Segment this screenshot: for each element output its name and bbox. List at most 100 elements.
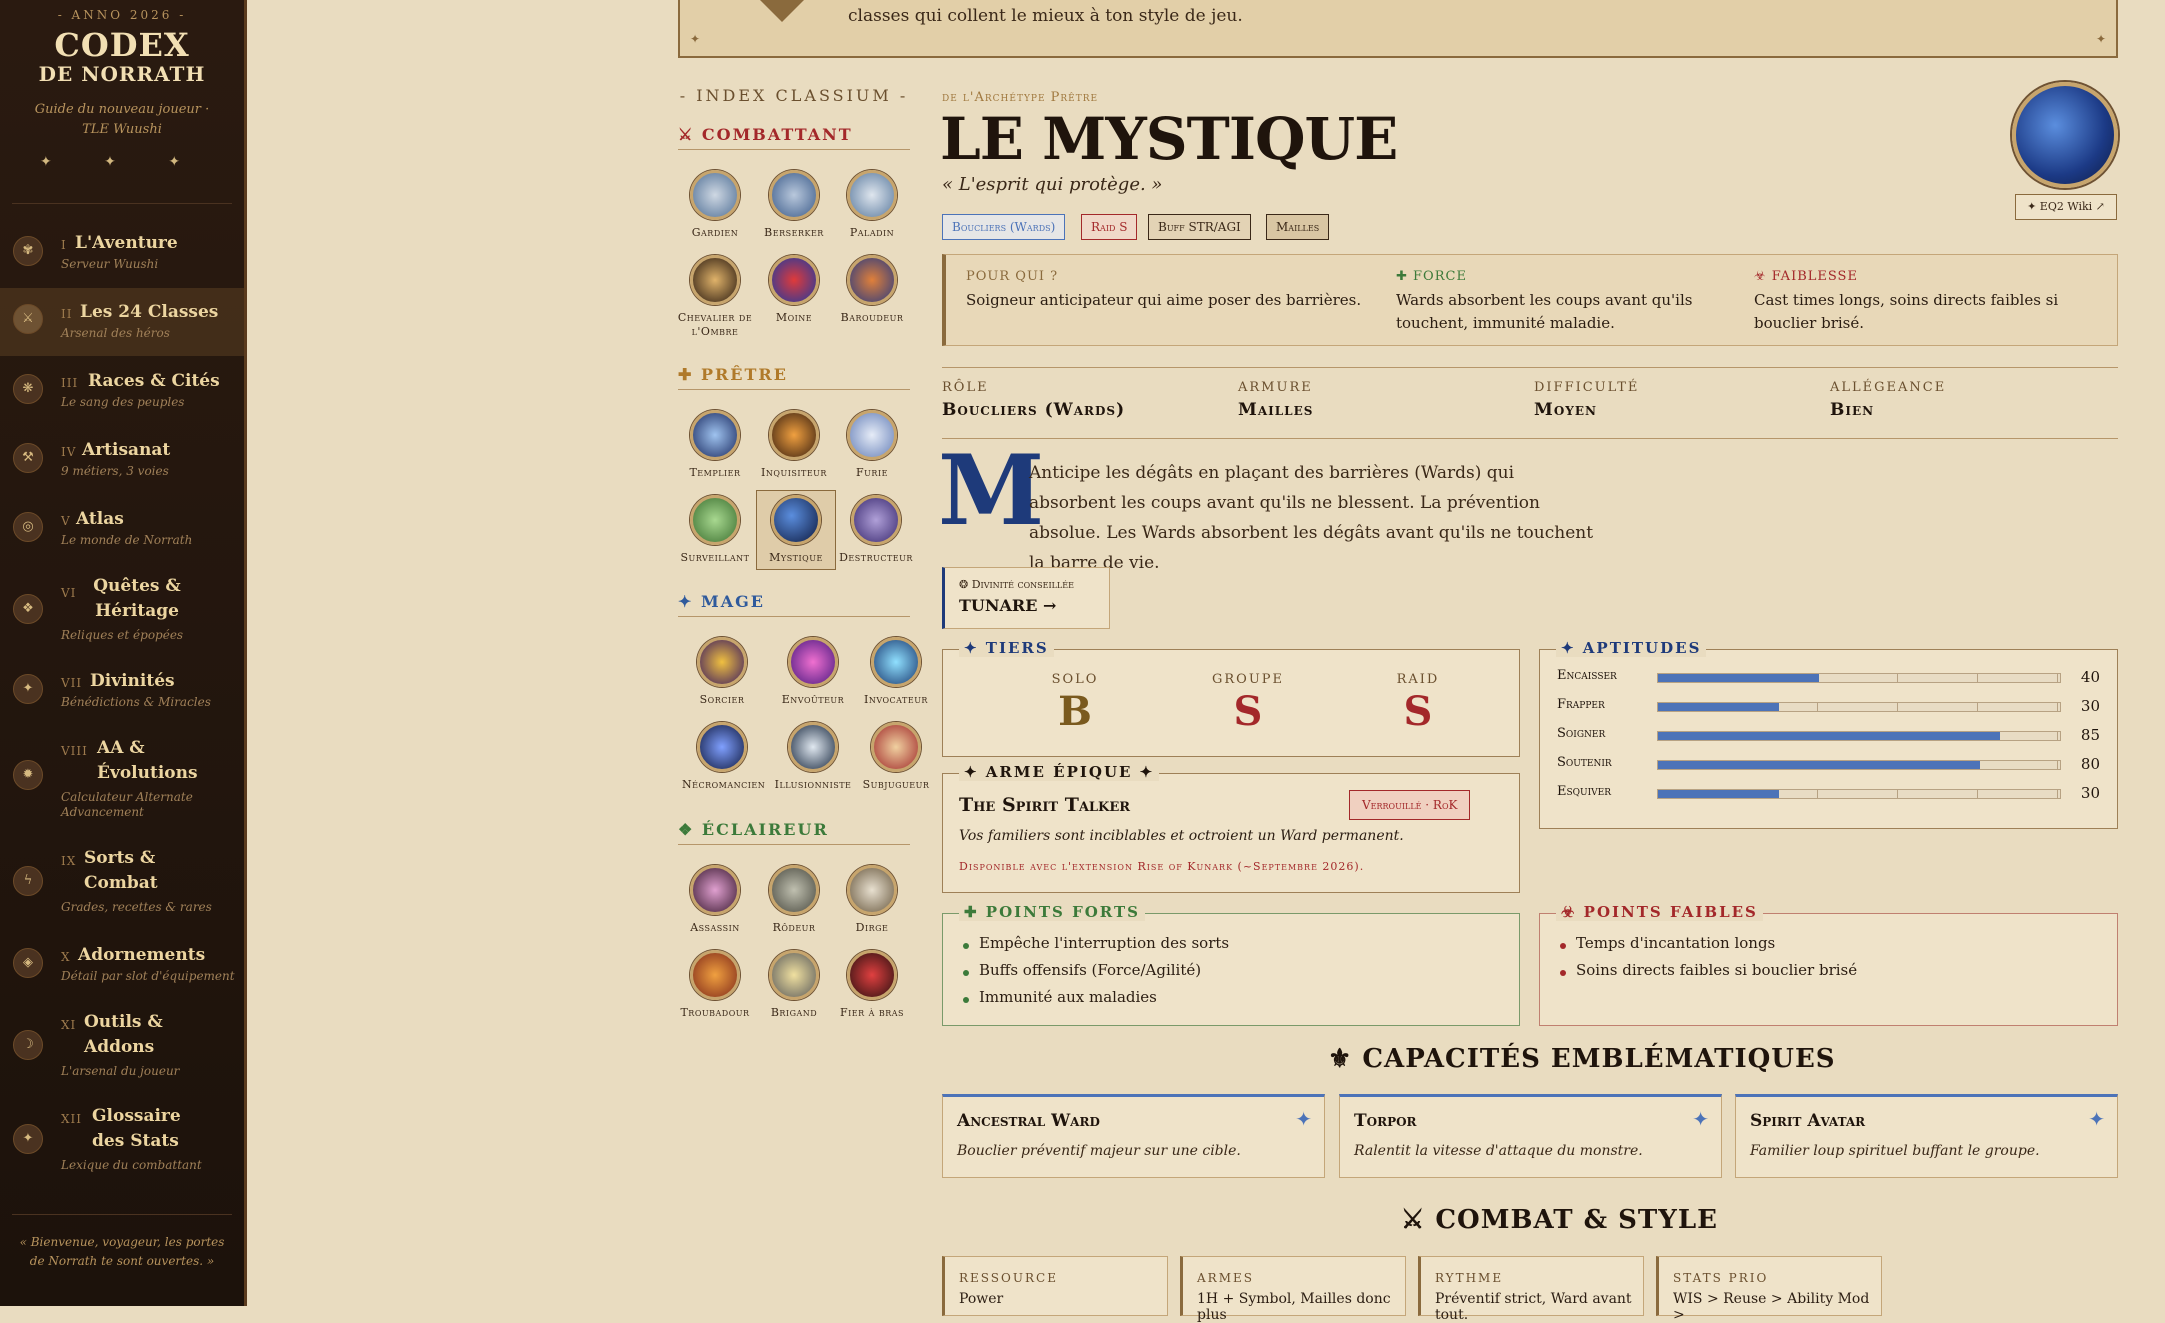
- nav-label: Artisanat: [82, 440, 171, 460]
- class-berserker[interactable]: Berserker: [754, 170, 834, 240]
- stat-armor-value: Mailles: [1238, 400, 1314, 420]
- class-furie[interactable]: Furie: [832, 410, 912, 480]
- class-assassin[interactable]: Assassin: [675, 865, 755, 935]
- class-dirge[interactable]: Dirge: [832, 865, 912, 935]
- ability-card[interactable]: Torpor Ralentit la vitesse d'attaque du …: [1339, 1094, 1722, 1178]
- aptitude-bar: [1657, 731, 2061, 741]
- stat-difficulty-value: Moyen: [1534, 400, 1597, 420]
- class-emblem-icon: [847, 170, 897, 220]
- nav-label: Sorts & Combat: [84, 848, 158, 893]
- class-destructeur[interactable]: Destructeur: [836, 495, 916, 565]
- class-illusionniste[interactable]: Illusionniste: [773, 722, 853, 792]
- stat-difficulty-label: DIFFICULTÉ: [1534, 380, 1640, 395]
- class-inquisiteur[interactable]: Inquisiteur: [754, 410, 834, 480]
- aptitude-fill: [1658, 790, 1779, 798]
- nav-item-races[interactable]: ❋ III Races & Cités Le sang des peuples: [0, 364, 244, 420]
- class-paladin[interactable]: Paladin: [832, 170, 912, 240]
- strength-item: Empêche l'interruption des sorts: [979, 934, 1230, 952]
- class-archetype: de l'Archétype Prêtre: [942, 90, 1099, 105]
- class-sorcier[interactable]: Sorcier: [682, 637, 762, 707]
- nav-item-classes[interactable]: ⚔ II Les 24 Classes Arsenal des héros: [0, 288, 244, 356]
- aptitudes-title: ✦ APTITUDES: [1556, 639, 1707, 657]
- class-invocateur[interactable]: Invocateur: [856, 637, 936, 707]
- tiers-panel: ✦ TIERS SOLO B GROUPE S RAID S: [942, 639, 1520, 757]
- divinity-link[interactable]: TUNARE →: [959, 596, 1056, 615]
- aptitude-label: Esquiver: [1557, 784, 1612, 799]
- nav-icon: ◎: [13, 512, 43, 542]
- nav-item-quetes[interactable]: ❖ VI Quêtes & Héritage Reliques et épopé…: [0, 570, 244, 652]
- eq2-wiki-link[interactable]: ✦ EQ2 Wiki ↗: [2015, 194, 2117, 220]
- nav-num: XI: [61, 1018, 77, 1032]
- nav-item-atlas[interactable]: ◎ V Atlas Le monde de Norrath: [0, 502, 244, 558]
- combat-value: 1H + Symbol, Mailles donc plus: [1197, 1291, 1391, 1323]
- class-emblem-icon: [690, 170, 740, 220]
- nav-item-sorts[interactable]: ϟ IX Sorts & Combat Grades, recettes & r…: [0, 842, 244, 922]
- nav-num: VIII: [61, 744, 88, 758]
- banner-ornament: [760, 0, 804, 22]
- nav-item-adornements[interactable]: ◈ X Adornements Détail par slot d'équipe…: [0, 938, 244, 994]
- aptitude-value: 85: [2080, 726, 2100, 744]
- class-emblem-icon: [847, 255, 897, 305]
- aptitude-fill: [1658, 761, 1980, 769]
- class-baroudeur[interactable]: Baroudeur: [832, 255, 912, 325]
- class-necromancien[interactable]: Nécromancien: [682, 722, 765, 792]
- class-emblem-icon: [697, 722, 747, 772]
- class-subjugueur[interactable]: Subjugueur: [856, 722, 936, 792]
- ability-card[interactable]: Spirit Avatar Familier loup spirituel bu…: [1735, 1094, 2118, 1178]
- corner-ornament-icon: ✦: [2095, 32, 2106, 46]
- class-rodeur[interactable]: Rôdeur: [754, 865, 834, 935]
- class-mystique[interactable]: Mystique: [756, 490, 836, 570]
- class-emblem-icon: [690, 255, 740, 305]
- class-surveillant[interactable]: Surveillant: [675, 495, 755, 565]
- stat-armor-label: ARMURE: [1238, 380, 1313, 395]
- nav-sub: Détail par slot d'équipement: [61, 969, 235, 983]
- nav-item-divinites[interactable]: ✦ VII Divinités Bénédictions & Miracles: [0, 664, 244, 720]
- aptitude-value: 80: [2080, 755, 2100, 773]
- class-brigand[interactable]: Brigand: [754, 950, 834, 1020]
- aptitude-value: 30: [2080, 697, 2100, 715]
- nav-item-outils[interactable]: ☽ XI Outils & Addons L'arsenal du joueur: [0, 1006, 244, 1086]
- nav-icon: ⚔: [13, 304, 43, 334]
- banner-text: classes qui collent le mieux à ton style…: [848, 6, 1243, 26]
- nav-sub: Reliques et épopées: [61, 628, 184, 642]
- ability-card[interactable]: Ancestral Ward Bouclier préventif majeur…: [942, 1094, 1325, 1178]
- tier-groupe-grade: S: [1233, 688, 1263, 735]
- brand-title[interactable]: CODEX: [12, 28, 232, 62]
- nav-item-aventure[interactable]: ✾ I L'Aventure Serveur Wuushi: [0, 226, 244, 282]
- class-emblem-icon: [851, 495, 901, 545]
- weakness-item: Soins directs faibles si bouclier brisé: [1576, 961, 1858, 979]
- nav-sub: Le monde de Norrath: [61, 533, 193, 547]
- divinity-card[interactable]: ❂ Divinité conseillée TUNARE →: [942, 567, 1110, 629]
- class-emblem-icon: [769, 170, 819, 220]
- nav-icon: ϟ: [13, 866, 43, 896]
- section-combattant: ⚔ COMBATTANT: [678, 125, 910, 150]
- tier-raid-label: RAID: [1396, 672, 1440, 687]
- tier-groupe-label: GROUPE: [1211, 672, 1285, 687]
- nav-icon: ❋: [13, 374, 43, 404]
- class-troubadour[interactable]: Troubadour: [675, 950, 755, 1020]
- class-description: Anticipe les dégâts en plaçant des barri…: [1029, 463, 1594, 573]
- brand-subtitle: DE NORRATH: [38, 62, 206, 86]
- ability-desc: Ralentit la vitesse d'attaque du monstre…: [1354, 1143, 1643, 1159]
- aptitude-fill: [1658, 703, 1779, 711]
- tiers-title: ✦ TIERS: [959, 639, 1054, 657]
- nav-item-artisanat[interactable]: ⚒ IV Artisanat 9 métiers, 3 voies: [0, 433, 244, 489]
- class-emblem-icon: [788, 722, 838, 772]
- class-templier[interactable]: Templier: [675, 410, 755, 480]
- nav-icon: ✾: [13, 236, 43, 266]
- nav-item-glossaire[interactable]: ✦ XII Glossaire des Stats Lexique du com…: [0, 1100, 244, 1180]
- class-chevalier-ombre[interactable]: Chevalier de l'Ombre: [675, 255, 755, 339]
- class-fier-a-bras[interactable]: Fier à bras: [832, 950, 912, 1020]
- class-moine[interactable]: Moine: [754, 255, 834, 325]
- class-gardien[interactable]: Gardien: [675, 170, 755, 240]
- class-envouteur[interactable]: Envoûteur: [773, 637, 853, 707]
- divinity-label: ❂ Divinité conseillée: [959, 578, 1074, 591]
- nav-icon: ❖: [13, 594, 43, 624]
- nav-item-aa[interactable]: ✹ VIII AA & Évolutions Calculateur Alter…: [0, 732, 244, 826]
- section-eclaireur: ❖ ÉCLAIREUR: [678, 820, 910, 845]
- combat-label: RESSOURCE: [959, 1271, 1058, 1285]
- brand-stars: ✦ ✦ ✦: [39, 154, 205, 170]
- nav-num: IX: [61, 854, 77, 868]
- nav-label: Adornements: [78, 945, 206, 965]
- class-emblem-icon: [788, 637, 838, 687]
